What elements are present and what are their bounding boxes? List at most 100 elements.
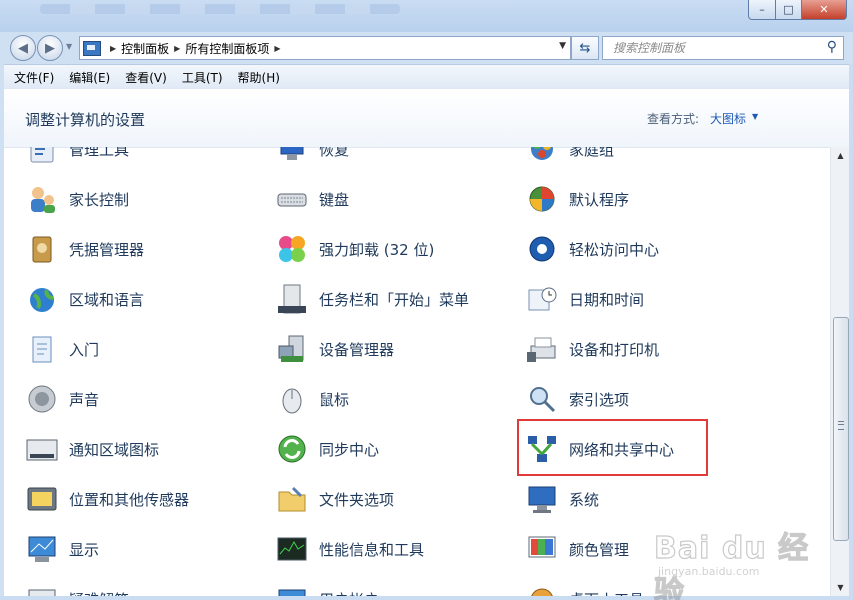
recovery-icon — [275, 147, 309, 166]
control-panel-item[interactable]: 强力卸载 (32 位) — [254, 229, 434, 269]
control-panel-item[interactable]: 设备和打印机 — [504, 329, 659, 369]
control-panel-item[interactable]: 入门 — [4, 329, 99, 369]
maximize-button[interactable]: □ — [776, 0, 802, 20]
ease-of-access-icon — [525, 232, 559, 266]
control-panel-item[interactable]: 家庭组 — [504, 147, 614, 169]
refresh-icon: ⇆ — [579, 40, 591, 56]
baidu-watermark: Bai du 经验 jingyan.baidu.com — [652, 519, 832, 600]
breadcrumb-arrow-icon[interactable]: ▶ — [110, 44, 116, 53]
control-panel-item[interactable]: 管理工具 — [4, 147, 129, 169]
item-label: 家庭组 — [569, 147, 615, 159]
item-label: 设备和打印机 — [569, 340, 660, 359]
item-label: 桌面小工具 — [569, 589, 644, 597]
control-panel-item[interactable]: 疑难解答 — [4, 579, 129, 596]
control-panel-item[interactable]: 区域和语言 — [4, 279, 144, 319]
menu-bar: 文件(F) 编辑(E) 查看(V) 工具(T) 帮助(H) — [4, 64, 853, 90]
item-label: 同步中心 — [319, 440, 380, 459]
item-label: 性能信息和工具 — [319, 540, 425, 559]
scrollbar-thumb[interactable] — [833, 317, 849, 541]
credential-manager-icon — [25, 232, 59, 266]
close-button[interactable]: ✕ — [802, 0, 847, 20]
address-dropdown-icon[interactable]: ▼ — [559, 41, 566, 51]
title-bar: – □ ✕ — [0, 0, 853, 32]
highlight-box — [517, 419, 708, 476]
control-panel-item[interactable]: 显示 — [4, 529, 99, 569]
scroll-down-arrow-icon[interactable]: ▼ — [831, 579, 850, 596]
user-accounts-icon — [275, 582, 309, 596]
forward-arrow-icon: ▶ — [45, 40, 55, 56]
menu-view[interactable]: 查看(V) — [120, 69, 172, 86]
breadcrumb-control-panel[interactable]: 控制面板 — [121, 40, 169, 57]
control-panel-item[interactable]: 家长控制 — [4, 179, 129, 219]
search-icon[interactable]: ⚲ — [827, 39, 837, 55]
keyboard-icon — [275, 182, 309, 216]
breadcrumb-all-items[interactable]: 所有控制面板项 — [185, 40, 269, 57]
window-frame-right — [849, 64, 853, 600]
control-panel-item[interactable]: 颜色管理 — [504, 529, 629, 569]
control-panel-item[interactable]: 索引选项 — [504, 379, 629, 419]
view-dropdown-arrow-icon[interactable]: ▼ — [752, 112, 758, 121]
breadcrumb-arrow-icon[interactable]: ▶ — [274, 44, 280, 53]
control-panel-item[interactable]: 默认程序 — [504, 179, 629, 219]
search-box[interactable]: ⚲ — [602, 36, 844, 60]
item-label: 恢复 — [319, 147, 350, 159]
recent-pages-dropdown[interactable]: ▼ — [66, 42, 72, 51]
default-programs-icon — [525, 182, 559, 216]
breadcrumb-arrow-icon[interactable]: ▶ — [174, 44, 180, 53]
gadgets-icon — [525, 582, 559, 596]
control-panel-item[interactable]: 设备管理器 — [254, 329, 394, 369]
control-panel-item[interactable]: 恢复 — [254, 147, 349, 169]
control-panel-item[interactable]: 声音 — [4, 379, 99, 419]
scroll-up-arrow-icon[interactable]: ▲ — [831, 147, 850, 164]
item-label: 键盘 — [319, 190, 350, 209]
back-arrow-icon: ◀ — [18, 40, 28, 56]
search-input[interactable] — [611, 40, 815, 56]
control-panel-item[interactable]: 轻松访问中心 — [504, 229, 659, 269]
control-panel-item[interactable]: 文件夹选项 — [254, 479, 394, 519]
device-manager-icon — [275, 332, 309, 366]
control-panel-item[interactable]: 键盘 — [254, 179, 349, 219]
item-label: 凭据管理器 — [69, 240, 145, 259]
forward-button[interactable]: ▶ — [37, 35, 63, 61]
view-by-dropdown[interactable]: 大图标 — [710, 110, 746, 127]
control-panel-item[interactable]: 桌面小工具 — [504, 579, 644, 596]
control-panel-item[interactable]: 任务栏和「开始」菜单 — [254, 279, 469, 319]
item-label: 颜色管理 — [569, 540, 630, 559]
control-panel-item[interactable]: 系统 — [504, 479, 599, 519]
address-bar[interactable]: ▶ 控制面板 ▶ 所有控制面板项 ▶ ▼ — [79, 36, 571, 60]
item-label: 鼠标 — [319, 390, 350, 409]
item-label: 区域和语言 — [69, 290, 145, 309]
date-time-icon — [525, 282, 559, 316]
folder-options-icon — [275, 482, 309, 516]
control-panel-item[interactable]: 用户帐户 — [254, 579, 379, 596]
item-label: 索引选项 — [569, 390, 630, 409]
menu-edit[interactable]: 编辑(E) — [64, 69, 115, 86]
refresh-button[interactable]: ⇆ — [571, 36, 599, 60]
vertical-scrollbar[interactable]: ▲ ▼ — [830, 147, 850, 596]
control-panel-item[interactable]: 位置和其他传感器 — [4, 479, 189, 519]
minimize-button[interactable]: – — [748, 0, 776, 20]
uninstall-icon — [275, 232, 309, 266]
item-label: 入门 — [69, 340, 100, 359]
control-panel-item[interactable]: 日期和时间 — [504, 279, 644, 319]
control-panel-item[interactable]: 性能信息和工具 — [254, 529, 424, 569]
item-label: 日期和时间 — [569, 290, 645, 309]
control-panel-item[interactable]: 鼠标 — [254, 379, 349, 419]
item-label: 声音 — [69, 390, 100, 409]
item-label: 设备管理器 — [319, 340, 395, 359]
sound-icon — [25, 382, 59, 416]
menu-tools[interactable]: 工具(T) — [177, 69, 228, 86]
menu-file[interactable]: 文件(F) — [9, 69, 59, 86]
parental-controls-icon — [25, 182, 59, 216]
mouse-icon — [275, 382, 309, 416]
control-panel-item[interactable]: 同步中心 — [254, 429, 379, 469]
menu-help[interactable]: 帮助(H) — [233, 69, 285, 86]
watermark-text: Bai du 经验 — [653, 530, 810, 600]
control-panel-item[interactable]: 通知区域图标 — [4, 429, 159, 469]
indexing-icon — [525, 382, 559, 416]
item-label: 文件夹选项 — [319, 490, 395, 509]
control-panel-window: – □ ✕ ◀ ▶ ▼ ▶ 控制面板 ▶ 所有控制面板项 ▶ ▼ ⇆ ⚲ 文件(… — [0, 0, 853, 600]
control-panel-item[interactable]: 凭据管理器 — [4, 229, 144, 269]
region-language-icon — [25, 282, 59, 316]
back-button[interactable]: ◀ — [10, 35, 36, 61]
